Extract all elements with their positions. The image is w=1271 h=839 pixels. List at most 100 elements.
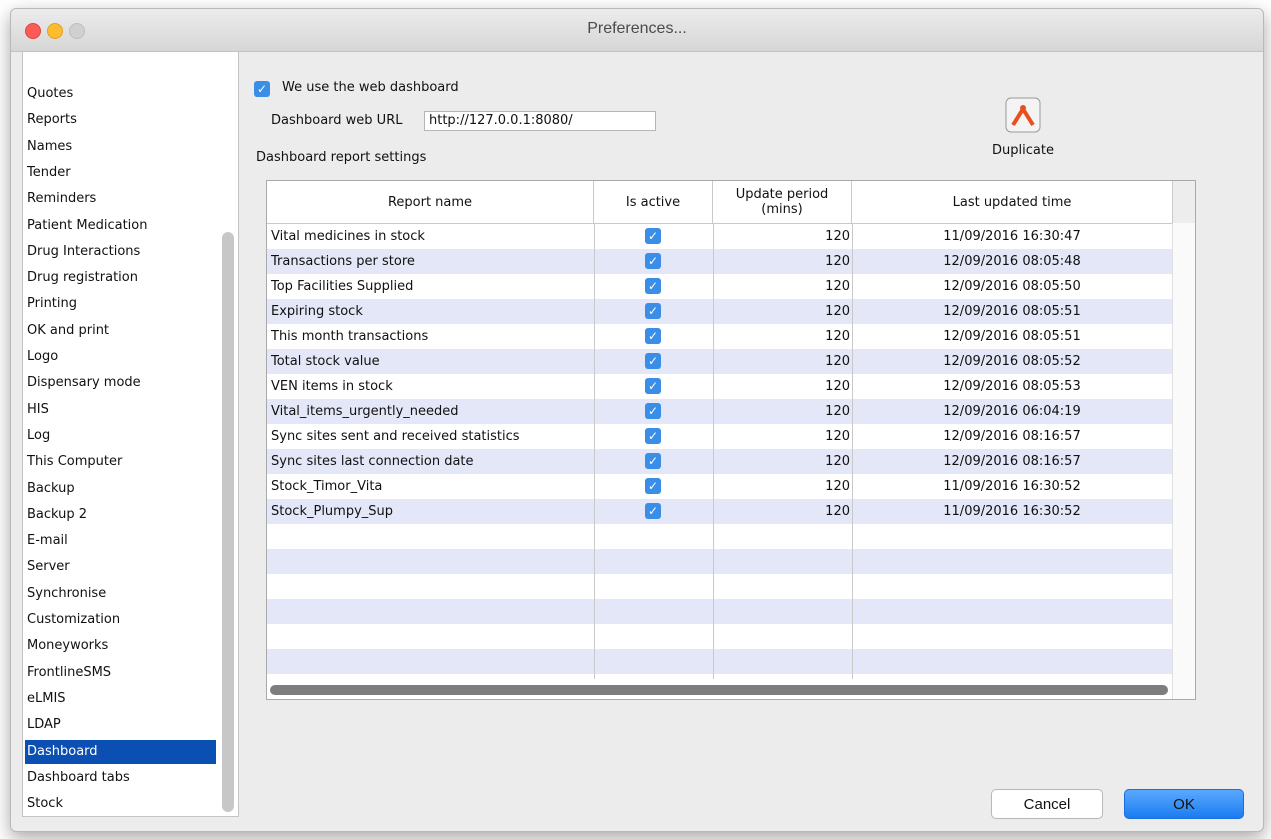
- table-header-corner: [1172, 181, 1195, 223]
- table-row[interactable]: Sync sites sent and received statistics ✓…: [267, 424, 1172, 449]
- report-name-cell: VEN items in stock: [271, 379, 393, 394]
- report-name-cell: Expiring stock: [271, 304, 363, 319]
- table-row[interactable]: [267, 624, 1172, 649]
- is-active-checkbox[interactable]: ✓: [645, 353, 661, 369]
- sidebar-scrollbar[interactable]: [222, 232, 234, 812]
- report-name-cell: Sync sites sent and received statistics: [271, 429, 520, 444]
- column-header-is-active[interactable]: Is active: [594, 181, 713, 223]
- sidebar-item-moneyworks[interactable]: Moneyworks: [25, 634, 216, 658]
- sidebar-item-synchronise[interactable]: Synchronise: [25, 582, 216, 606]
- last-updated-cell: 12/09/2016 08:05:48: [943, 254, 1081, 269]
- update-period-cell[interactable]: 120: [713, 374, 850, 399]
- table-row[interactable]: [267, 574, 1172, 599]
- sidebar-item-customization[interactable]: Customization: [25, 608, 216, 632]
- title-bar: Preferences...: [11, 9, 1263, 52]
- sidebar-item-logo[interactable]: Logo: [25, 345, 216, 369]
- sidebar-item-drug-interactions[interactable]: Drug Interactions: [25, 240, 216, 264]
- table-row[interactable]: [267, 599, 1172, 624]
- ok-button[interactable]: OK: [1124, 789, 1244, 819]
- sidebar-item-dashboard[interactable]: Dashboard: [25, 739, 216, 764]
- table-row[interactable]: Sync sites last connection date ✓ 120 12/09…: [267, 449, 1172, 474]
- sidebar-item-tender[interactable]: Tender: [25, 161, 216, 185]
- is-active-checkbox[interactable]: ✓: [645, 478, 661, 494]
- is-active-checkbox[interactable]: ✓: [645, 428, 661, 444]
- update-period-cell[interactable]: 120: [713, 274, 850, 299]
- report-name-cell: Stock_Timor_Vita: [271, 479, 383, 494]
- table-vertical-scrollbar[interactable]: [1172, 223, 1195, 699]
- column-header-last-updated[interactable]: Last updated time: [852, 181, 1172, 223]
- sidebar-item-names[interactable]: Names: [25, 135, 216, 159]
- table-row[interactable]: Transactions per store ✓ 120 12/09/2016 08:…: [267, 249, 1172, 274]
- sidebar-item-reports[interactable]: Reports: [25, 108, 216, 132]
- sidebar-item-reminders[interactable]: Reminders: [25, 187, 216, 211]
- cancel-button[interactable]: Cancel: [991, 789, 1103, 819]
- duplicate-button[interactable]: Duplicate: [983, 97, 1063, 169]
- sidebar-item-backup-2[interactable]: Backup 2: [25, 503, 216, 527]
- is-active-checkbox[interactable]: ✓: [645, 328, 661, 344]
- is-active-checkbox[interactable]: ✓: [645, 378, 661, 394]
- table-row[interactable]: Top Facilities Supplied ✓ 120 12/09/2016 08…: [267, 274, 1172, 299]
- update-period-cell[interactable]: 120: [713, 224, 850, 249]
- column-divider: [594, 223, 595, 679]
- table-row[interactable]: Vital medicines in stock ✓ 120 11/09/2016 1…: [267, 224, 1172, 249]
- sidebar-item-ok-and-print[interactable]: OK and print: [25, 319, 216, 343]
- table-horizontal-scrollbar[interactable]: [270, 685, 1168, 695]
- update-period-cell[interactable]: 120: [713, 499, 850, 524]
- dashboard-url-input[interactable]: http://127.0.0.1:8080/: [424, 111, 656, 131]
- update-period-cell[interactable]: 120: [713, 449, 850, 474]
- last-updated-cell: 12/09/2016 08:05:51: [943, 304, 1081, 319]
- update-period-cell[interactable]: 120: [713, 249, 850, 274]
- sidebar-item-this-computer[interactable]: This Computer: [25, 450, 216, 474]
- report-name-cell: Vital_items_urgently_needed: [271, 404, 459, 419]
- sidebar-item-frontlinesms[interactable]: FrontlineSMS: [25, 661, 216, 685]
- sidebar-item-log[interactable]: Log: [25, 424, 216, 448]
- update-period-cell[interactable]: 120: [713, 299, 850, 324]
- sidebar-item-backup[interactable]: Backup: [25, 477, 216, 501]
- update-period-cell[interactable]: 120: [713, 349, 850, 374]
- report-name-cell: Vital medicines in stock: [271, 229, 425, 244]
- sidebar-item-his[interactable]: HIS: [25, 398, 216, 422]
- is-active-checkbox[interactable]: ✓: [645, 253, 661, 269]
- is-active-checkbox[interactable]: ✓: [645, 303, 661, 319]
- update-period-cell[interactable]: 120: [713, 424, 850, 449]
- report-name-cell: Sync sites last connection date: [271, 454, 474, 469]
- web-dashboard-label: We use the web dashboard: [282, 80, 459, 95]
- sidebar-item-dispensary-mode[interactable]: Dispensary mode: [25, 371, 216, 395]
- last-updated-cell: 12/09/2016 06:04:19: [943, 404, 1081, 419]
- web-dashboard-checkbox[interactable]: ✓: [254, 81, 270, 97]
- column-divider: [852, 223, 853, 679]
- sidebar-item-patient-medication[interactable]: Patient Medication: [25, 214, 216, 238]
- sidebar-item-server[interactable]: Server: [25, 555, 216, 579]
- table-row[interactable]: [267, 524, 1172, 549]
- is-active-checkbox[interactable]: ✓: [645, 278, 661, 294]
- column-header-report-name[interactable]: Report name: [267, 181, 594, 223]
- is-active-checkbox[interactable]: ✓: [645, 403, 661, 419]
- table-row[interactable]: Stock_Timor_Vita ✓ 120 11/09/2016 16:30:52: [267, 474, 1172, 499]
- table-row[interactable]: Total stock value ✓ 120 12/09/2016 08:05:52: [267, 349, 1172, 374]
- table-row[interactable]: [267, 649, 1172, 674]
- table-row[interactable]: [267, 549, 1172, 574]
- table-row[interactable]: This month transactions ✓ 120 12/09/2016 08…: [267, 324, 1172, 349]
- table-row[interactable]: VEN items in stock ✓ 120 12/09/2016 08:05:5…: [267, 374, 1172, 399]
- report-name-cell: Total stock value: [271, 354, 380, 369]
- duplicate-label: Duplicate: [992, 143, 1054, 158]
- sidebar-item-elmis[interactable]: eLMIS: [25, 687, 216, 711]
- is-active-checkbox[interactable]: ✓: [645, 503, 661, 519]
- table-row[interactable]: Expiring stock ✓ 120 12/09/2016 08:05:51: [267, 299, 1172, 324]
- sidebar-item-stock[interactable]: Stock: [25, 792, 216, 816]
- sidebar-item-ldap[interactable]: LDAP: [25, 713, 216, 737]
- column-header-update-period[interactable]: Update period (mins): [713, 181, 852, 223]
- update-period-cell[interactable]: 120: [713, 474, 850, 499]
- is-active-checkbox[interactable]: ✓: [645, 453, 661, 469]
- sidebar-item-quotes[interactable]: Quotes: [25, 82, 216, 106]
- sidebar-item-drug-registration[interactable]: Drug registration: [25, 266, 216, 290]
- table-row[interactable]: Vital_items_urgently_needed ✓ 120 12/09/201…: [267, 399, 1172, 424]
- update-period-cell[interactable]: 120: [713, 399, 850, 424]
- update-period-cell[interactable]: 120: [713, 324, 850, 349]
- sidebar-item-e-mail[interactable]: E-mail: [25, 529, 216, 553]
- table-header: Report name Is active Update period (min…: [267, 181, 1172, 224]
- sidebar-item-printing[interactable]: Printing: [25, 292, 216, 316]
- table-row[interactable]: Stock_Plumpy_Sup ✓ 120 11/09/2016 16:30:52: [267, 499, 1172, 524]
- is-active-checkbox[interactable]: ✓: [645, 228, 661, 244]
- sidebar-item-dashboard-tabs[interactable]: Dashboard tabs: [25, 766, 216, 790]
